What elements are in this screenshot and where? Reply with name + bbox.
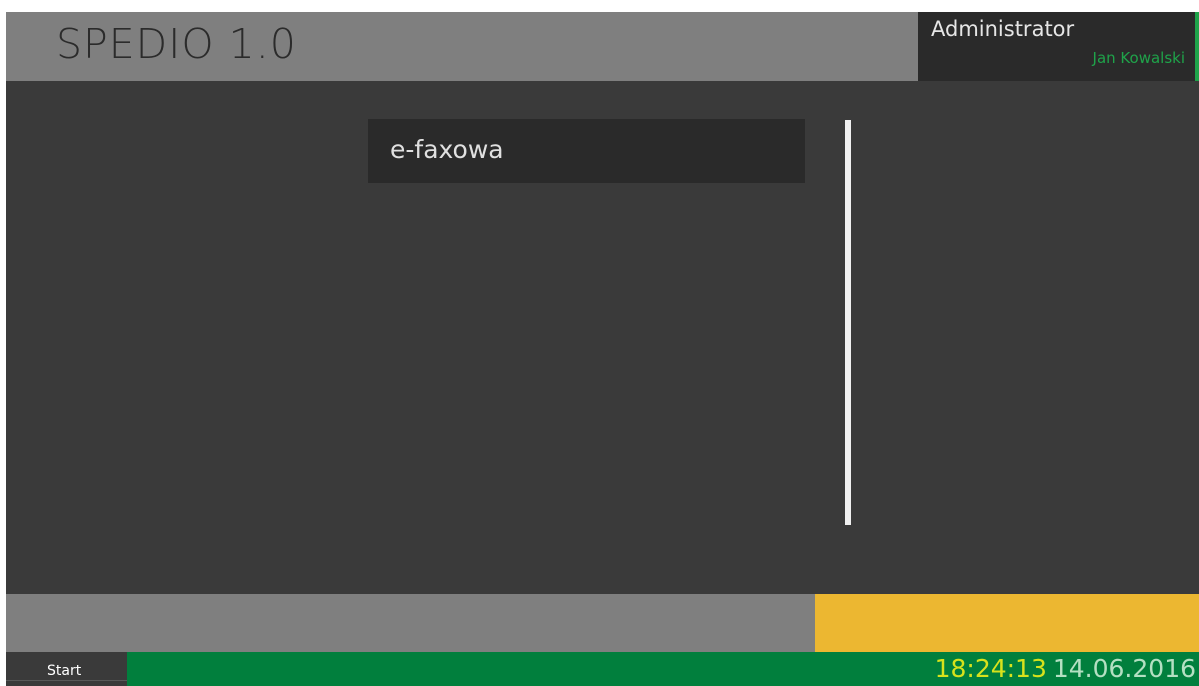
start-label: Start <box>47 663 82 679</box>
bottom-gray-panel <box>6 594 815 652</box>
vertical-scrollbar[interactable] <box>845 120 851 525</box>
app-window: SPEDIO 1.0 Administrator Jan Kowalski e-… <box>6 12 1199 686</box>
user-role: Administrator <box>931 17 1075 41</box>
clock: 18:24:13 14.06.2016 <box>935 654 1196 684</box>
tile-e-faxowa[interactable]: e-faxowa <box>368 119 805 183</box>
user-name: Jan Kowalski <box>1092 49 1185 67</box>
start-button-divider <box>6 680 127 681</box>
start-button[interactable]: Start <box>6 652 127 686</box>
user-panel[interactable]: Administrator Jan Kowalski <box>918 12 1199 81</box>
user-accent-bar <box>1195 12 1199 81</box>
clock-date: 14.06.2016 <box>1052 654 1196 683</box>
clock-time: 18:24:13 <box>934 654 1047 683</box>
header-bar: SPEDIO 1.0 Administrator Jan Kowalski <box>6 12 1199 81</box>
bottom-yellow-panel <box>815 594 1199 652</box>
taskbar: Start 18:24:13 14.06.2016 <box>6 652 1199 686</box>
app-title: SPEDIO 1.0 <box>56 20 297 68</box>
tile-label: e-faxowa <box>390 135 504 164</box>
